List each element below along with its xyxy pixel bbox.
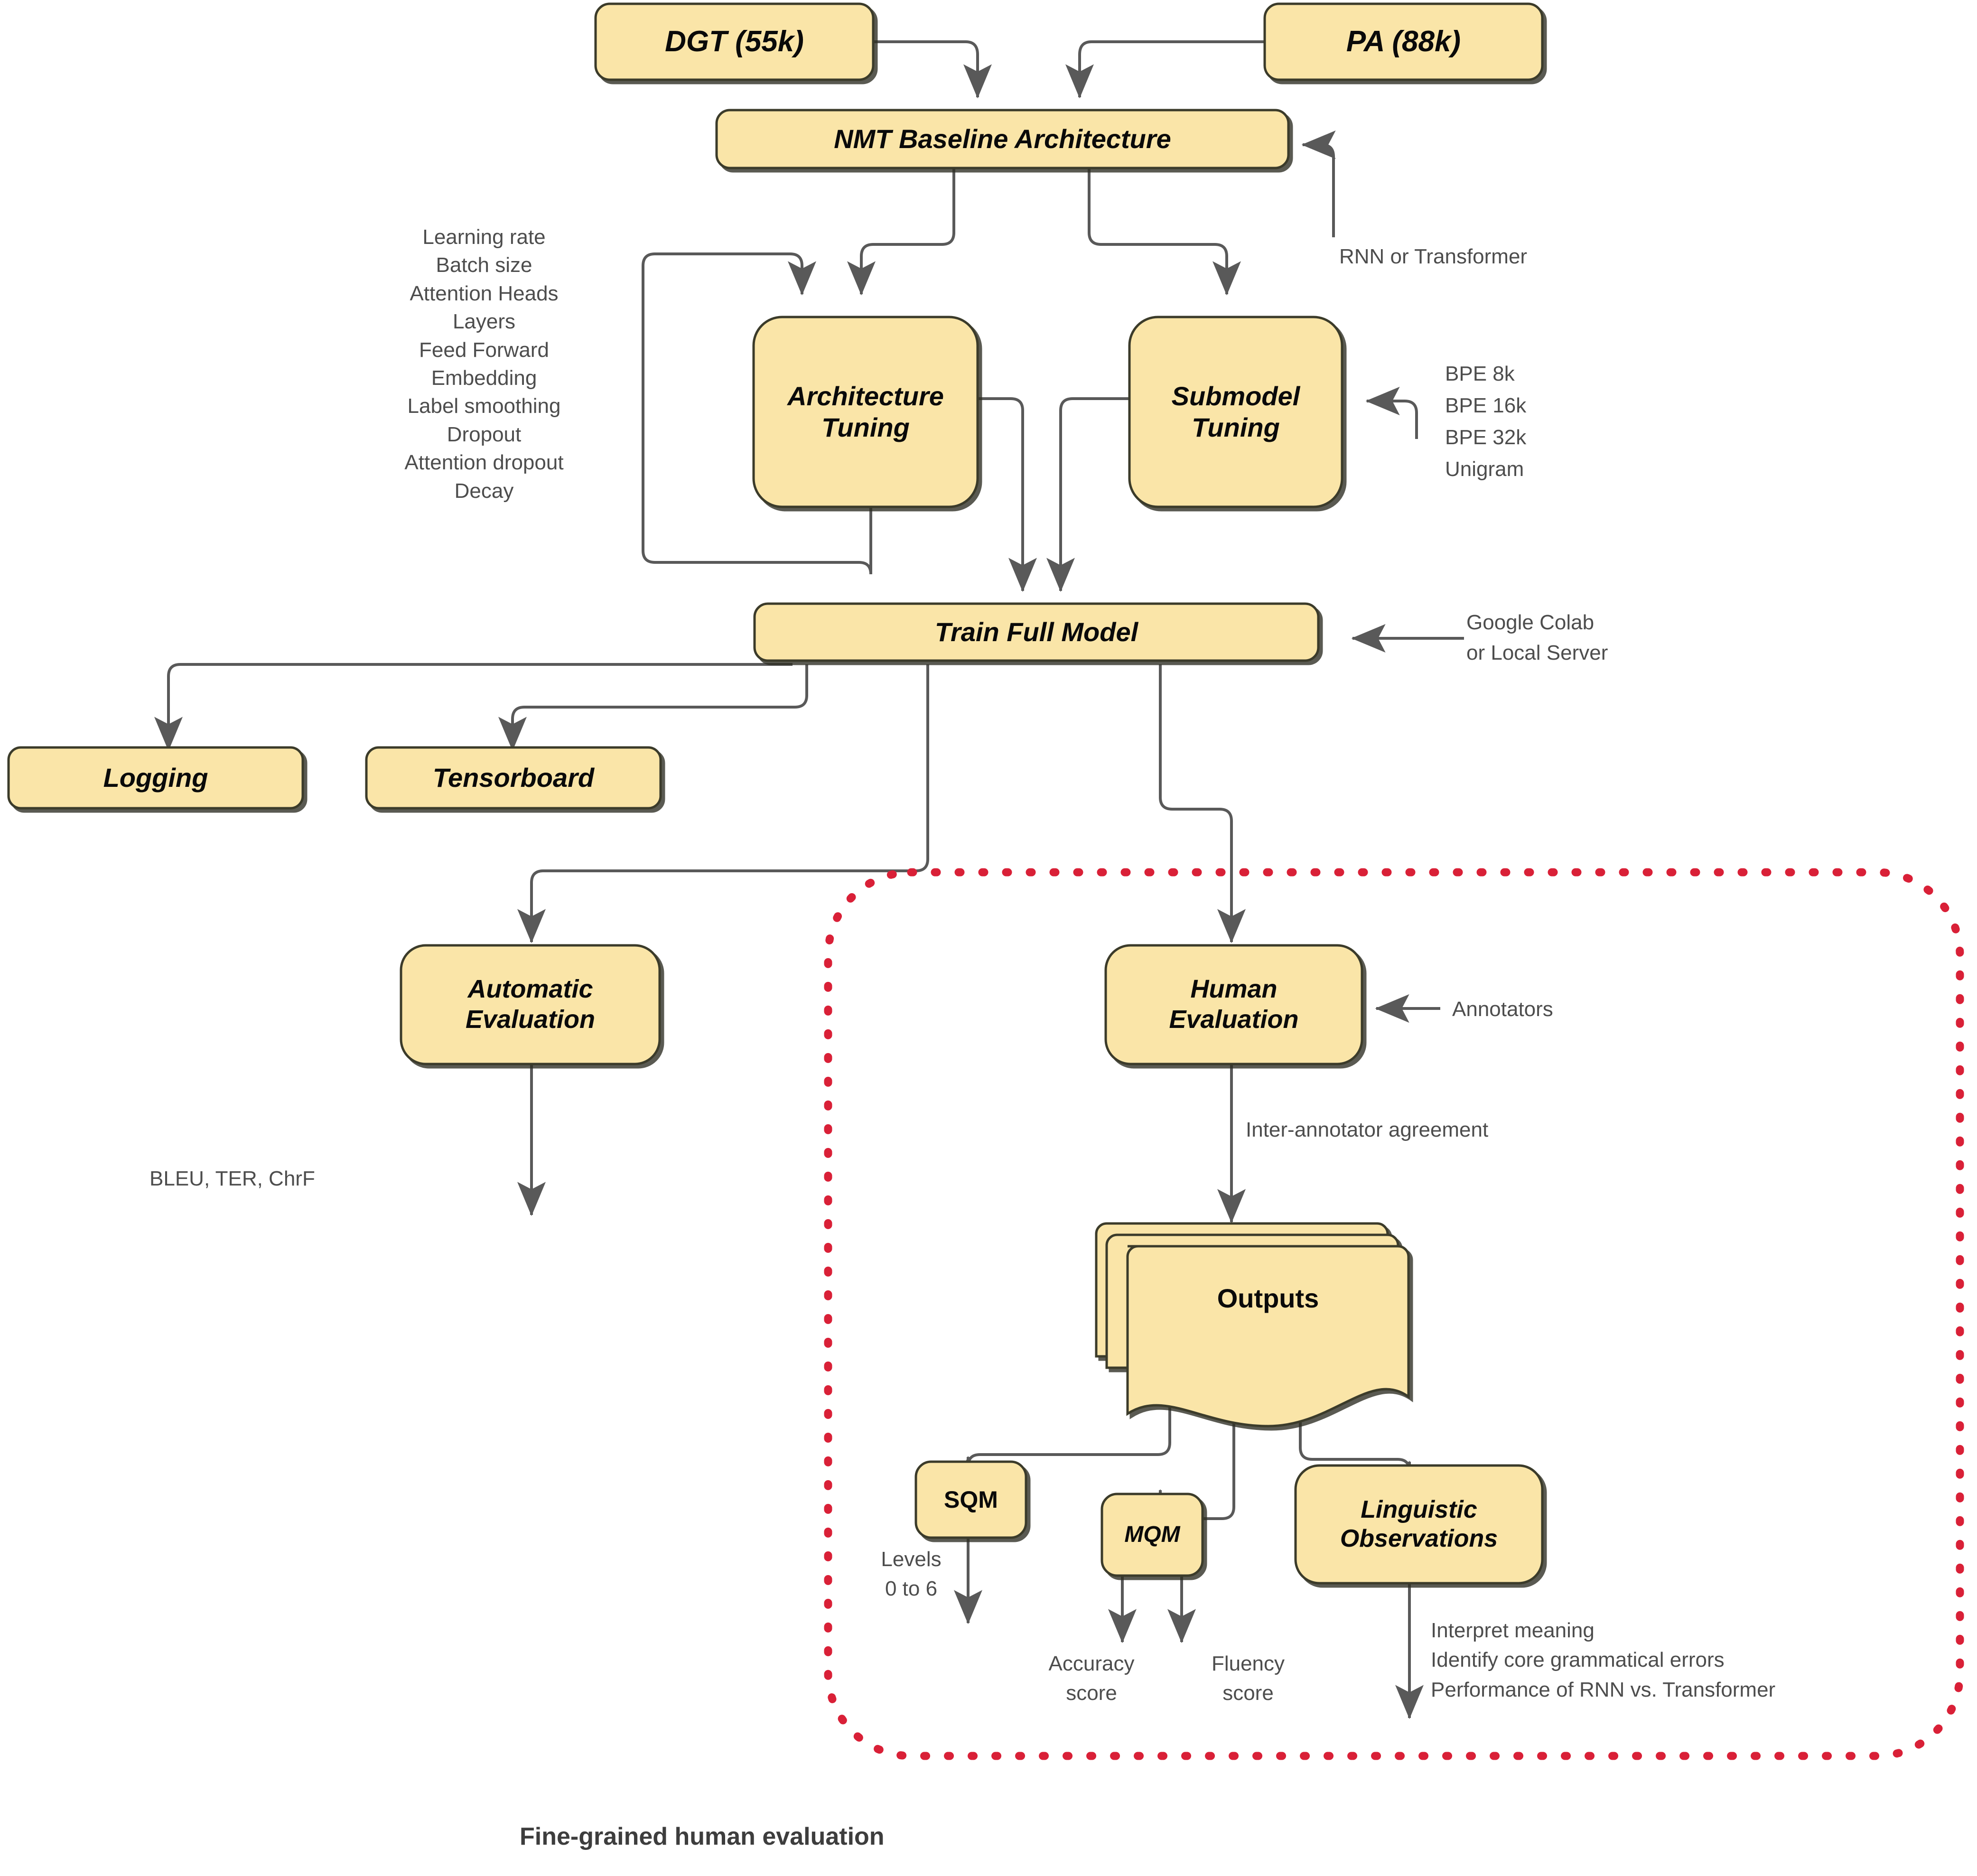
node-train-full-model (753, 602, 1320, 662)
annotation-tokenizers: BPE 8k BPE 16k BPE 32k Unigram (1445, 362, 1527, 481)
node-human-evaluation (1104, 944, 1363, 1065)
annotation-fluency-score: Fluency score (1211, 1652, 1285, 1705)
node-linguistic-observations (1294, 1464, 1544, 1585)
node-outputs-sheet-front (1126, 1245, 1410, 1428)
node-sqm (914, 1460, 1027, 1539)
annotation-compute: Google Colab or Local Server (1466, 611, 1608, 665)
annotation-annotators: Annotators (1452, 998, 1553, 1021)
node-nmt-baseline (715, 109, 1290, 169)
flowchart-canvas: DGT (55k) PA (88k) NMT Baseline Architec… (0, 0, 1977, 1876)
edges-layer (7, 2, 1964, 1760)
annotation-rnn-or-transformer: RNN or Transformer (1339, 245, 1528, 268)
node-tensorboard (365, 746, 662, 810)
annotation-inter-annotator-agreement: Inter-annotator agreement (1246, 1118, 1489, 1141)
node-automatic-evaluation (400, 944, 661, 1065)
node-pa (1263, 2, 1544, 81)
node-dgt (594, 2, 875, 81)
annotation-linguistic-notes: Interpret meaning Identify core grammati… (1431, 1619, 1776, 1701)
node-submodel-tuning (1128, 316, 1343, 508)
annotation-automatic-metrics: BLEU, TER, ChrF (149, 1167, 315, 1190)
node-architecture-tuning (752, 316, 979, 508)
diagram-caption: Fine-grained human evaluation (520, 1823, 885, 1850)
annotation-levels: Levels 0 to 6 (881, 1548, 942, 1600)
annotation-accuracy-score: Accuracy score (1048, 1652, 1135, 1705)
node-logging (7, 746, 304, 810)
node-mqm (1100, 1493, 1204, 1577)
annotation-hyperparameters: Learning rate Batch size Attention Heads… (404, 225, 564, 503)
